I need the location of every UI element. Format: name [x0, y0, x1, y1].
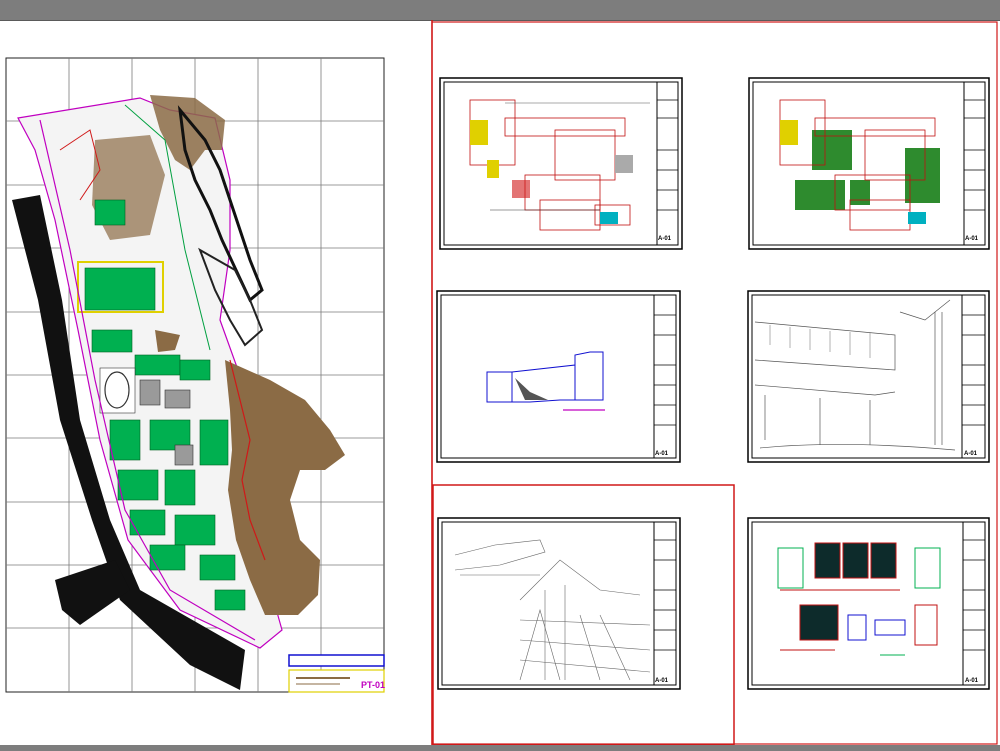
sheet-code: A-01	[965, 678, 979, 684]
site-plan-title-block: PT-01	[288, 654, 385, 693]
site-plan-sheet[interactable]: PT-01	[5, 57, 385, 693]
sheet-code: A-01	[964, 451, 978, 457]
drawing-canvas[interactable]: PT-01 A-01 A-01 A-01 A-01 A-01 A-01	[0, 20, 1000, 746]
sheet-perspective-2[interactable]: A-01	[437, 517, 681, 690]
sheet-code: A-01	[655, 451, 669, 457]
sheet-details[interactable]: A-01	[747, 517, 990, 690]
viewport-bottom-bar	[0, 745, 1000, 751]
sheet-code: A-01	[655, 678, 669, 684]
sheet-perspective-1[interactable]: A-01	[747, 290, 990, 463]
sheet-section[interactable]: A-01	[436, 290, 681, 463]
viewport-top-bar	[0, 0, 1000, 21]
sheet-code: A-01	[658, 236, 672, 242]
sheet-code: A-01	[965, 236, 979, 242]
sheet-floor-plan-2[interactable]: A-01	[748, 77, 990, 250]
site-plan-code: PT-01	[361, 680, 385, 690]
sheet-floor-plan-1[interactable]: A-01	[439, 77, 683, 250]
